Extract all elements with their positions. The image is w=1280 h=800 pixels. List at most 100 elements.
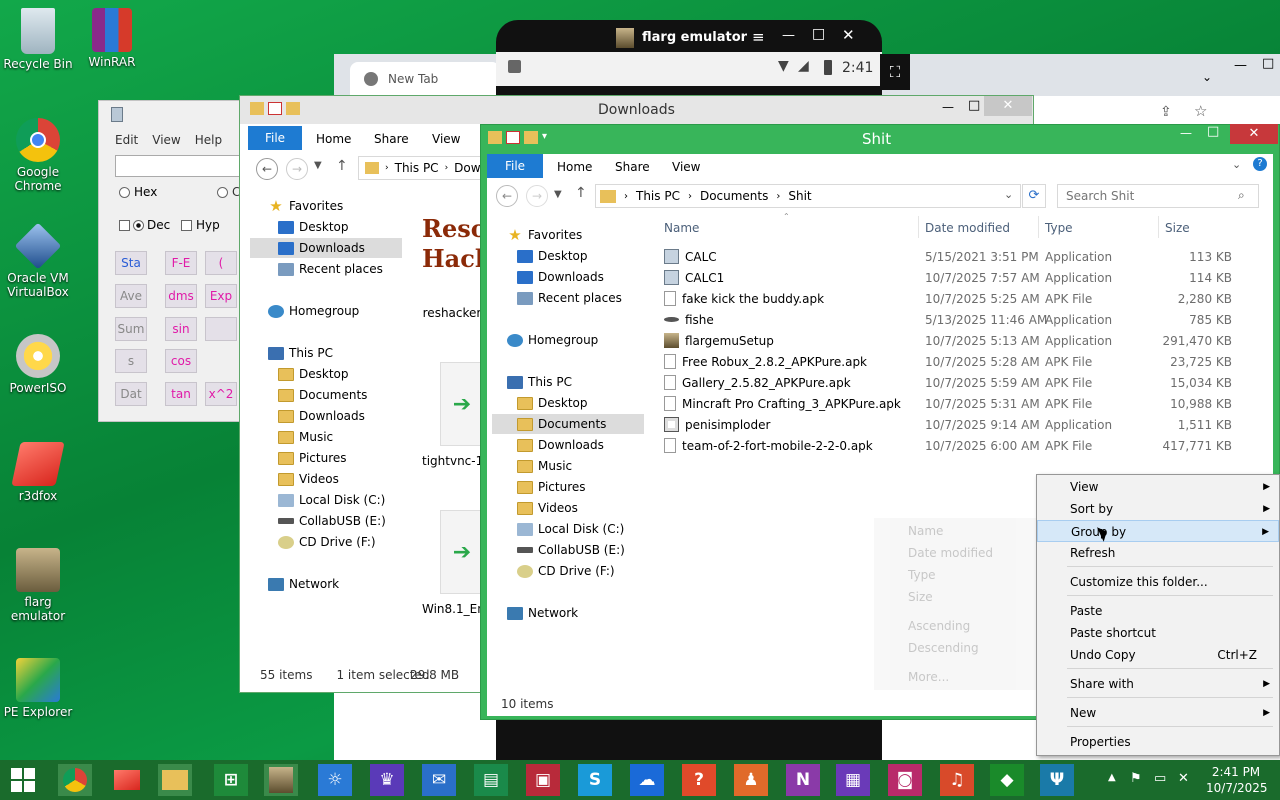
context-item-undo-copy[interactable]: Undo Copy Ctrl+Z xyxy=(1037,644,1279,666)
shit-ribbon-home-tab[interactable]: Home xyxy=(557,160,592,174)
downloads-back-button[interactable]: ← xyxy=(256,158,278,180)
calculator-button-blank[interactable] xyxy=(205,317,237,341)
ribbon-expand-icon[interactable]: ⌄ xyxy=(1232,158,1241,171)
properties-icon[interactable] xyxy=(268,102,282,115)
nav-pc-documents[interactable]: Documents xyxy=(278,388,367,402)
calculator-button-dat[interactable]: Dat xyxy=(115,382,147,406)
chrome-share-icon[interactable]: ⇪ xyxy=(1160,104,1172,120)
column-header-type[interactable]: Type xyxy=(1045,221,1073,235)
customize-toolbar-icon[interactable]: ▾ xyxy=(542,131,547,144)
nav-pc-usb[interactable]: CollabUSB (E:) xyxy=(278,514,386,528)
address-segment[interactable]: This PC xyxy=(395,161,439,175)
calculator-radio-oct[interactable]: C xyxy=(217,185,240,199)
emulator-minimize-button[interactable]: — xyxy=(782,28,795,43)
show-hidden-icons-button[interactable]: ▲ xyxy=(1108,772,1116,783)
desktop-icon-virtualbox[interactable]: Oracle VM VirtualBox xyxy=(0,222,76,299)
calculator-button-sta[interactable]: Sta xyxy=(115,251,147,275)
column-header-size[interactable]: Size xyxy=(1165,221,1190,235)
downloads-forward-button[interactable]: → xyxy=(286,158,308,180)
downloads-close-button[interactable]: ✕ xyxy=(984,96,1032,116)
taskbar-file-explorer[interactable] xyxy=(158,764,192,796)
file-row[interactable]: Gallery_2.5.82_APKPure.apk 10/7/2025 5:59… xyxy=(664,372,1232,393)
downloads-ribbon-home-tab[interactable]: Home xyxy=(316,132,351,146)
desktop-icon-winrar[interactable]: WinRAR xyxy=(74,8,150,69)
file-row[interactable]: CALC 5/15/2021 3:51 PM Application 113 KB xyxy=(664,246,1232,267)
chrome-maximize-button[interactable]: □ xyxy=(1262,56,1274,71)
taskbar-r3dfox[interactable] xyxy=(110,764,144,796)
downloads-recent-dropdown-icon[interactable]: ▼ xyxy=(314,160,322,171)
calculator-window[interactable]: Edit View Help Hex C Dec Hyp Sta F-E ( A… xyxy=(98,100,255,422)
search-input[interactable] xyxy=(1057,184,1259,208)
taskbar-chrome[interactable] xyxy=(58,764,92,796)
downloads-item-tightvnc[interactable]: ➔ tightvnc-1 insta xyxy=(422,362,484,468)
nav-pc-downloads[interactable]: Downloads xyxy=(517,438,604,452)
nav-network[interactable]: Network xyxy=(507,606,578,620)
calculator-menu-help[interactable]: Help xyxy=(195,133,222,147)
desktop-icon-r3dfox[interactable]: r3dfox xyxy=(0,442,76,503)
shit-recent-dropdown-icon[interactable]: ▼ xyxy=(554,189,562,200)
nav-pc-cd-drive[interactable]: CD Drive (F:) xyxy=(517,564,615,578)
calculator-button-tan[interactable]: tan xyxy=(165,382,197,406)
taskbar-finance[interactable]: ▤ xyxy=(474,764,508,796)
desktop-icon-recycle-bin[interactable]: Recycle Bin xyxy=(0,8,76,71)
address-segment[interactable]: Shit xyxy=(788,189,811,203)
desktop-icon-pe-explorer[interactable]: PE Explorer xyxy=(0,658,76,719)
nav-recent-places[interactable]: Recent places xyxy=(278,262,383,276)
action-center-flag-icon[interactable]: ⚑ xyxy=(1130,771,1142,786)
taskbar-games[interactable]: ♛ xyxy=(370,764,404,796)
submenu-item-descending[interactable]: Descending xyxy=(908,641,979,655)
file-row[interactable]: flargemuSetup 10/7/2025 5:13 AM Applicatio… xyxy=(664,330,1232,351)
shit-minimize-button[interactable]: — xyxy=(1180,126,1192,140)
desktop-icon-chrome[interactable]: Google Chrome xyxy=(0,118,76,193)
taskbar-xbox[interactable]: ◆ xyxy=(990,764,1024,796)
calculator-button-s[interactable]: s xyxy=(115,349,147,373)
downloads-maximize-button[interactable]: □ xyxy=(968,98,980,113)
taskbar-mail[interactable]: ✉ xyxy=(422,764,456,796)
emulator-maximize-button[interactable]: □ xyxy=(812,26,825,42)
nav-this-pc[interactable]: This PC xyxy=(507,375,572,389)
context-item-group-by[interactable]: Group by ▶ xyxy=(1037,520,1279,542)
calculator-checkbox-hyp[interactable]: Hyp xyxy=(181,218,220,232)
new-folder-icon[interactable] xyxy=(286,102,300,115)
calculator-button-fe[interactable]: F-E xyxy=(165,251,197,275)
nav-desktop[interactable]: Desktop xyxy=(278,220,349,234)
nav-desktop[interactable]: Desktop xyxy=(517,249,588,263)
nav-this-pc[interactable]: This PC xyxy=(268,346,333,360)
shit-ribbon-view-tab[interactable]: View xyxy=(672,160,700,174)
shit-ribbon-file-tab[interactable]: File xyxy=(487,154,543,178)
file-row[interactable]: Mincraft Pro Crafting_3_APKPure.apk 10/7/… xyxy=(664,393,1232,414)
calculator-button-x-squared[interactable]: x^2 xyxy=(205,382,237,406)
nav-pc-downloads[interactable]: Downloads xyxy=(278,409,365,423)
submenu-item-type[interactable]: Type xyxy=(908,568,936,582)
address-segment[interactable]: Documents xyxy=(700,189,768,203)
taskbar-people[interactable]: ♟ xyxy=(734,764,768,796)
chrome-tab-list-icon[interactable]: ⌄ xyxy=(1202,70,1212,84)
nav-pc-local-disk[interactable]: Local Disk (C:) xyxy=(278,493,385,507)
address-dropdown-icon[interactable]: ⌄ xyxy=(1004,188,1013,201)
emulator-fullscreen-icon[interactable]: ⛶ xyxy=(880,54,910,90)
calculator-button-ave[interactable]: Ave xyxy=(115,284,147,308)
downloads-up-button[interactable]: ↑ xyxy=(336,158,348,174)
calculator-button-open-paren[interactable]: ( xyxy=(205,251,237,275)
chrome-bookmark-star-icon[interactable]: ☆ xyxy=(1194,102,1207,120)
submenu-item-more[interactable]: More... xyxy=(908,670,949,684)
nav-pc-music[interactable]: Music xyxy=(278,430,333,444)
taskbar-video[interactable]: ▣ xyxy=(526,764,560,796)
file-row[interactable]: Free Robux_2.8.2_APKPure.apk 10/7/2025 5:… xyxy=(664,351,1232,372)
file-row[interactable]: team-of-2-fort-mobile-2-2-0.apk 10/7/2025… xyxy=(664,435,1232,456)
emulator-menu-icon[interactable]: ≡ xyxy=(752,28,765,46)
downloads-ribbon-view-tab[interactable]: View xyxy=(432,132,460,146)
downloads-minimize-button[interactable]: — xyxy=(942,100,954,114)
address-segment[interactable]: Dow xyxy=(454,161,480,175)
nav-pc-local-disk[interactable]: Local Disk (C:) xyxy=(517,522,624,536)
context-item-paste[interactable]: Paste xyxy=(1037,600,1279,622)
calculator-radio-hex[interactable]: Hex xyxy=(119,185,157,199)
nav-pc-desktop[interactable]: Desktop xyxy=(517,396,588,410)
properties-icon[interactable] xyxy=(506,131,520,144)
refresh-button[interactable]: ⟳ xyxy=(1022,184,1046,208)
nav-pc-music[interactable]: Music xyxy=(517,459,572,473)
nav-pc-videos[interactable]: Videos xyxy=(278,472,339,486)
taskbar-camera[interactable]: ◙ xyxy=(888,764,922,796)
calculator-button-sum[interactable]: Sum xyxy=(115,317,147,341)
submenu-item-date-modified[interactable]: Date modified xyxy=(908,546,993,560)
